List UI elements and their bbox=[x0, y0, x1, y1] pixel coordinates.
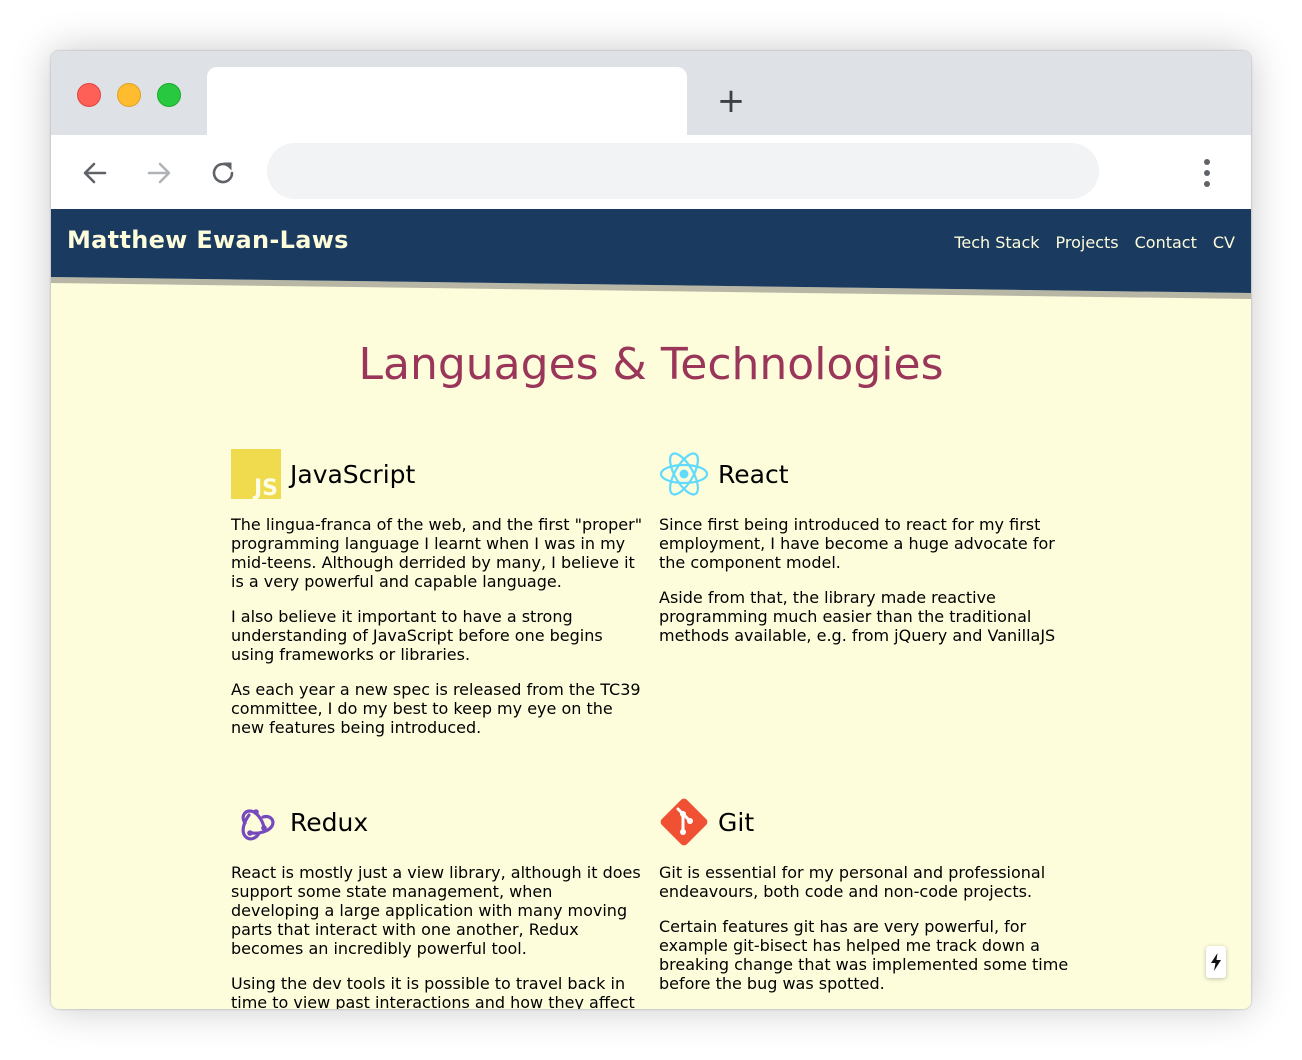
card-paragraph: Using the dev tools it is possible to tr… bbox=[231, 974, 635, 1009]
redux-logo-icon bbox=[241, 809, 275, 841]
page-viewport[interactable]: Matthew Ewan-Laws Tech Stack Projects Co… bbox=[51, 209, 1251, 1009]
back-arrow-icon bbox=[83, 162, 107, 184]
nav-link-contact[interactable]: Contact bbox=[1135, 233, 1197, 252]
address-bar[interactable] bbox=[267, 143, 1099, 199]
js-logo-text: JS bbox=[252, 476, 278, 499]
tech-card-redux: Redux React is mostly just a view librar… bbox=[231, 797, 645, 1010]
new-tab-button[interactable]: + bbox=[713, 83, 749, 119]
lightning-bolt-icon bbox=[1211, 953, 1221, 971]
minimize-window-button[interactable] bbox=[117, 83, 141, 107]
back-button[interactable] bbox=[75, 153, 115, 193]
card-paragraph: React is mostly just a view library, alt… bbox=[231, 863, 641, 958]
forward-arrow-icon bbox=[147, 162, 171, 184]
tech-card-javascript: JS JavaScript The lingua-franca of the w… bbox=[231, 449, 645, 737]
browser-window: + Matthew Ewan-Laws Tech Stack Projects … bbox=[51, 51, 1251, 1009]
card-paragraph: The lingua-franca of the web, and the fi… bbox=[231, 515, 643, 591]
card-title: React bbox=[718, 459, 789, 489]
card-paragraph: As each year a new spec is released from… bbox=[231, 680, 641, 737]
site-nav: Tech Stack Projects Contact CV bbox=[954, 233, 1235, 252]
browser-toolbar bbox=[51, 135, 1251, 209]
nav-link-cv[interactable]: CV bbox=[1213, 233, 1235, 252]
browser-menu-button[interactable] bbox=[1191, 153, 1223, 193]
card-header: React bbox=[659, 449, 1073, 499]
git-logo-icon bbox=[660, 798, 708, 846]
card-paragraph: Aside from that, the library made reacti… bbox=[659, 588, 1056, 645]
card-title: Redux bbox=[290, 807, 369, 837]
reload-button[interactable] bbox=[203, 153, 243, 193]
javascript-logo-icon: JS bbox=[231, 449, 281, 499]
reload-icon bbox=[212, 162, 234, 184]
card-title: JavaScript bbox=[290, 459, 416, 489]
page-title: Languages & Technologies bbox=[358, 339, 944, 390]
card-paragraph: Certain features git has are very powerf… bbox=[659, 917, 1069, 993]
card-header: JS JavaScript bbox=[231, 449, 645, 499]
card-header: Redux bbox=[231, 797, 645, 847]
site-brand[interactable]: Matthew Ewan-Laws bbox=[67, 226, 349, 254]
tech-card-git: Git Git is essential for my personal and… bbox=[659, 797, 1073, 993]
kebab-menu-icon bbox=[1204, 159, 1210, 187]
card-title: Git bbox=[718, 807, 755, 837]
nav-link-projects[interactable]: Projects bbox=[1056, 233, 1119, 252]
lightning-button[interactable] bbox=[1206, 946, 1226, 978]
forward-button[interactable] bbox=[139, 153, 179, 193]
card-paragraph: Since first being introduced to react fo… bbox=[659, 515, 1055, 572]
card-paragraph: I also believe it important to have a st… bbox=[231, 607, 603, 664]
card-header: Git bbox=[659, 797, 1073, 847]
close-window-button[interactable] bbox=[77, 83, 101, 107]
react-logo-icon bbox=[659, 452, 709, 496]
tech-card-react: React Since first being introduced to re… bbox=[659, 449, 1073, 645]
card-paragraph: Git is essential for my personal and pro… bbox=[659, 863, 1046, 901]
maximize-window-button[interactable] bbox=[157, 83, 181, 107]
tab-strip: + bbox=[51, 51, 1251, 135]
active-tab[interactable] bbox=[207, 67, 687, 135]
nav-link-tech-stack[interactable]: Tech Stack bbox=[954, 233, 1039, 252]
